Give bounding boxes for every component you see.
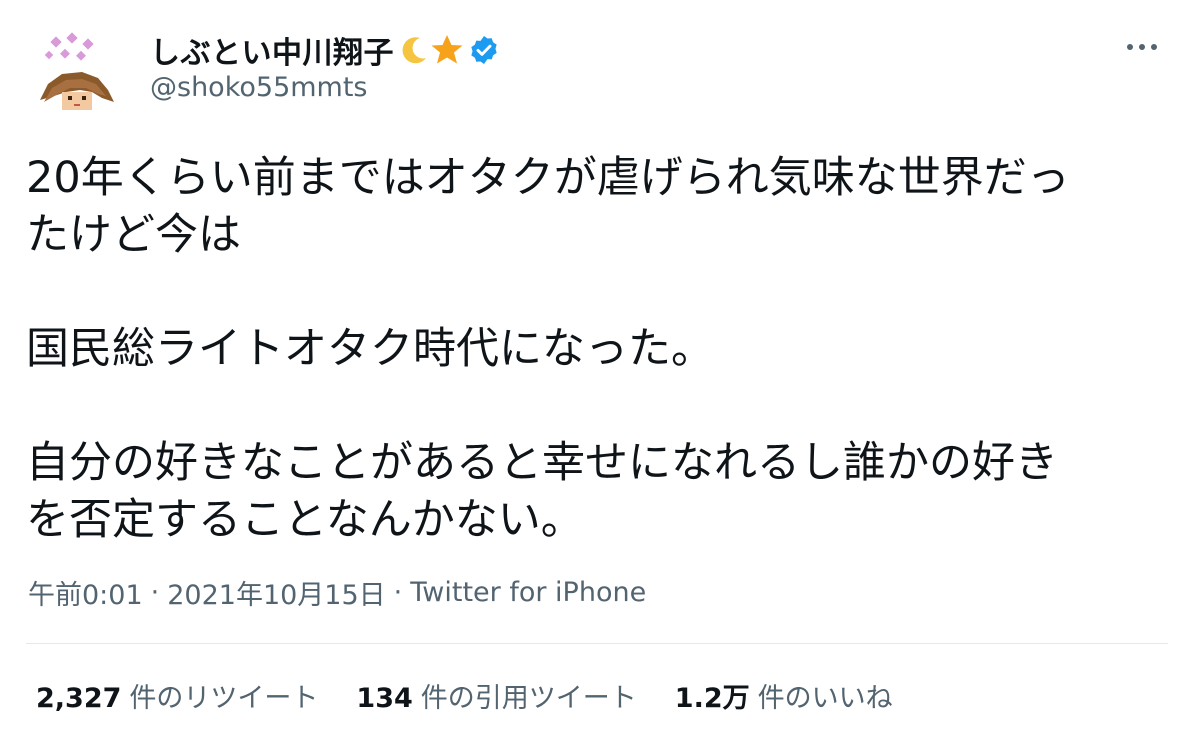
author-handle[interactable]: @shoko55mmts — [150, 72, 500, 103]
avatar[interactable] — [22, 22, 126, 126]
author-name-row: しぶとい中川翔子 — [150, 28, 500, 72]
retweets-label: 件のリツイート — [129, 683, 319, 714]
likes-label: 件のいいね — [757, 683, 893, 714]
meta-separator: · — [393, 577, 403, 608]
tweet-text-line: たけど今は — [26, 210, 241, 260]
tweet-author: しぶとい中川翔子 @shoko55mmts — [150, 28, 500, 103]
name-emojis — [398, 33, 500, 67]
quotes-stat[interactable]: 134 件の引用ツイート — [356, 676, 636, 715]
crescent-moon-icon — [398, 34, 430, 66]
author-display-name[interactable]: しぶとい中川翔子 — [150, 28, 394, 72]
verified-badge-icon — [468, 34, 500, 66]
tweet-text-line: 20年くらい前まではオタクが虐げられ気味な世界だっ — [26, 153, 1070, 203]
tweet-stats: 2,327 件のリツイート 134 件の引用ツイート 1.2万 件のいいね — [36, 676, 931, 715]
more-options-button[interactable] — [1122, 32, 1162, 62]
tweet-text-line: 国民総ライトオタク時代になった。 — [26, 324, 714, 374]
likes-count: 1.2万 — [674, 683, 750, 714]
star-icon — [430, 33, 464, 67]
quotes-label: 件の引用ツイート — [420, 683, 637, 714]
divider — [26, 643, 1168, 644]
quotes-count: 134 — [356, 683, 413, 714]
tweet-text-line: 自分の好きなことがあると幸せになれるし誰かの好き — [26, 438, 1058, 488]
more-dots-icon — [1127, 44, 1157, 50]
tweet-date[interactable]: 2021年10月15日 — [167, 573, 385, 612]
likes-stat[interactable]: 1.2万 件のいいね — [675, 676, 893, 715]
avatar-image — [22, 22, 126, 126]
retweets-count: 2,327 — [36, 683, 122, 714]
tweet-source[interactable]: Twitter for iPhone — [410, 577, 646, 608]
tweet-text-line: を否定することなんかない。 — [26, 495, 584, 545]
tweet-meta: 午前0:01 · 2021年10月15日 · Twitter for iPhon… — [28, 573, 646, 612]
tweet-time[interactable]: 午前0:01 — [28, 573, 143, 612]
meta-separator: · — [150, 577, 160, 608]
tweet-text: 20年くらい前まではオタクが虐げられ気味な世界だっ たけど今は 国民総ライトオタ… — [26, 150, 1166, 549]
retweets-stat[interactable]: 2,327 件のリツイート — [36, 676, 318, 715]
